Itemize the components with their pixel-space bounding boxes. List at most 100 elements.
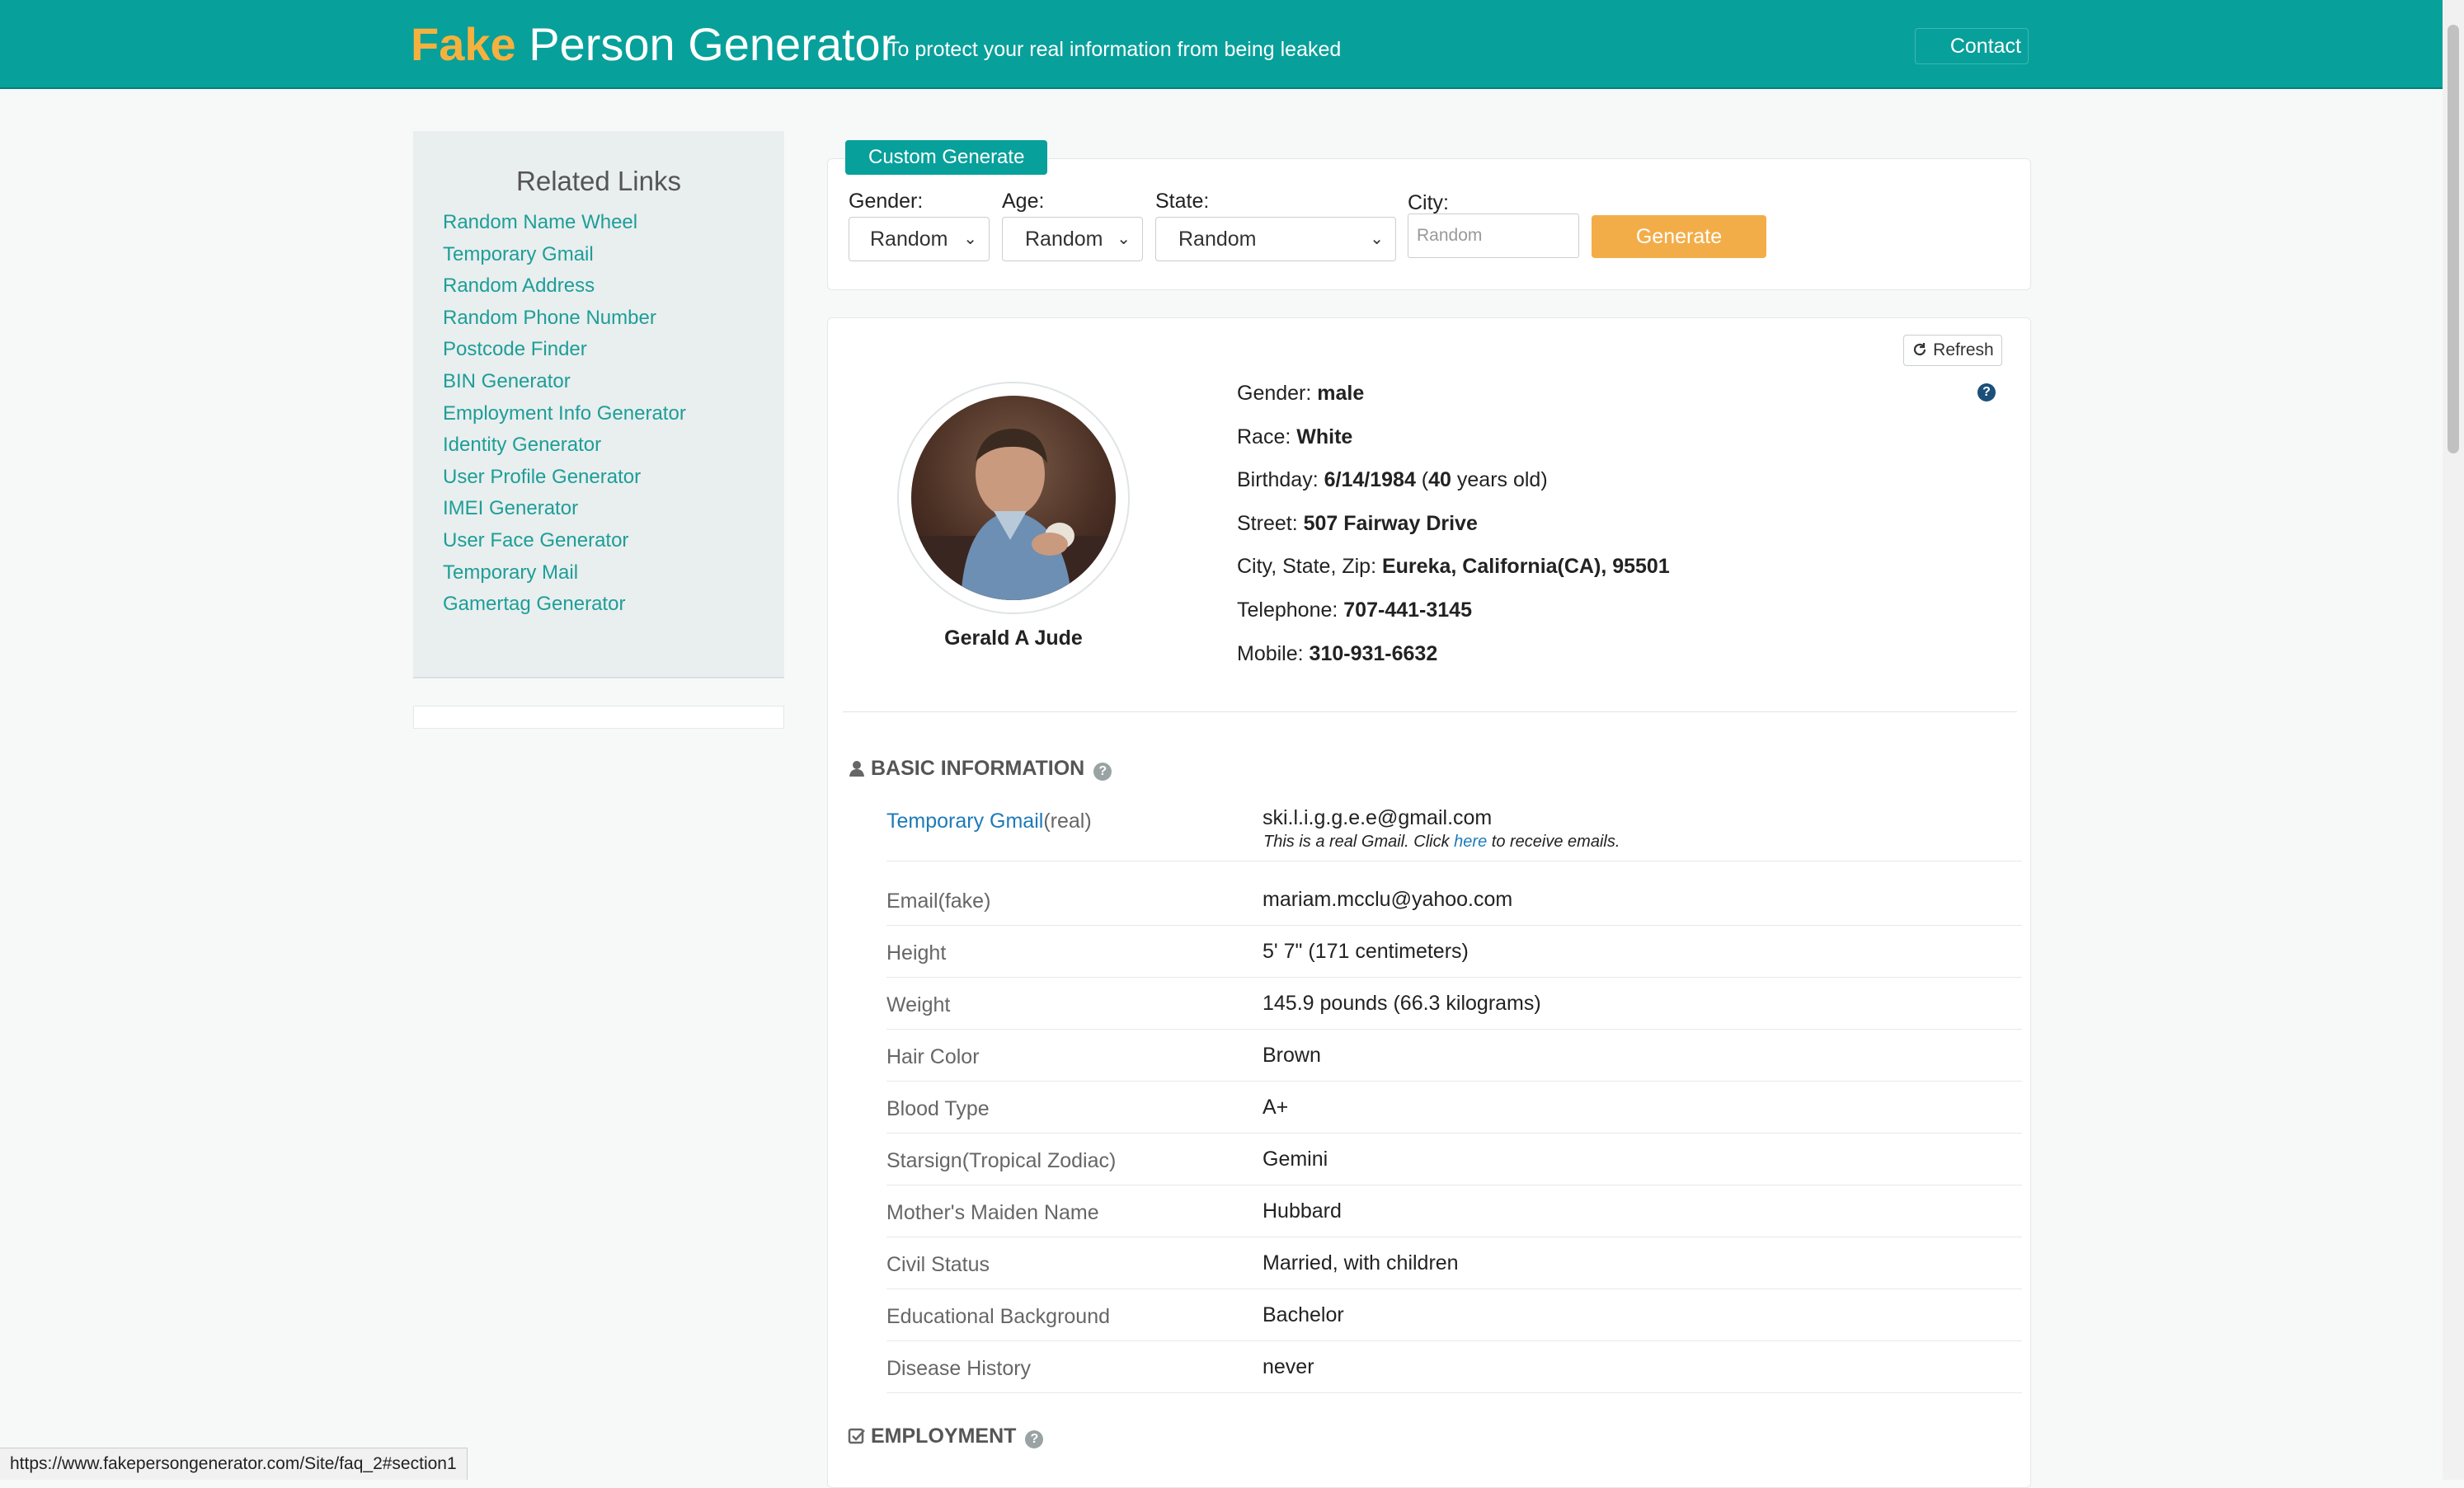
info-row: Email(fake) mariam.mcclu@yahoo.com [886,873,2022,926]
employment-title: EMPLOYMENT ? [848,1425,1044,1448]
contact-button[interactable]: Contact [1915,28,2029,64]
info-label: Weight [886,993,951,1016]
age-select-value: Random [1025,228,1103,251]
gmail-here-link[interactable]: here [1454,833,1487,851]
info-label: Mother's Maiden Name [886,1201,1099,1224]
site-tagline: To protect your real information from be… [887,38,1342,61]
related-link[interactable]: Random Name Wheel [443,207,686,239]
related-link[interactable]: IMEI Generator [443,493,686,525]
state-label: State: [1155,190,1210,213]
summary-mobile-value: 310-931-6632 [1309,641,1438,665]
page-scrollbar[interactable] [2443,0,2464,1480]
info-value: A+ [1263,1096,1289,1119]
summary-gender-value: male [1317,382,1365,405]
info-label: Educational Background [886,1305,1111,1328]
related-link[interactable]: Temporary Mail [443,557,686,589]
city-label: City: [1408,191,1449,214]
refresh-icon [1914,343,1926,356]
chevron-down-icon: ⌄ [1117,230,1131,248]
employment-label: EMPLOYMENT [871,1425,1017,1448]
info-row: Educational Background Bachelor [886,1289,2022,1341]
summary-age-open: ( [1421,468,1429,492]
chevron-down-icon: ⌄ [963,230,977,248]
help-icon[interactable]: ? [1025,1430,1044,1448]
help-icon[interactable]: ? [1093,763,1112,781]
related-links-title: Related Links [516,166,681,196]
summary-age-suffix: years old) [1456,468,1548,492]
summary-mobile-label: Mobile: [1237,641,1304,665]
chevron-down-icon: ⌄ [1370,230,1384,248]
profile-summary: Gender: male Race: White Birthday: 6/14/… [1237,379,1670,683]
summary-street-label: Street: [1237,511,1298,535]
summary-city-state-zip: City, State, Zip: Eureka, California(CA)… [1237,552,1670,596]
related-links-panel: Related Links Random Name Wheel Temporar… [413,131,784,678]
info-row: Disease History never [886,1340,2022,1393]
summary-birthday: Birthday: 6/14/1984 (40 years old) [1237,466,1670,509]
related-link[interactable]: User Profile Generator [443,462,686,494]
related-link[interactable]: Random Address [443,270,686,303]
logo-rest: Person Generator [529,18,896,70]
info-value: 145.9 pounds (66.3 kilograms) [1263,992,1541,1015]
related-link[interactable]: Identity Generator [443,430,686,462]
basic-information-label: BASIC INFORMATION [871,757,1085,780]
city-input[interactable] [1408,214,1579,258]
site-logo[interactable]: Fake Person Generator [411,18,896,71]
info-row: Starsign(Tropical Zodiac) Gemini [886,1133,2022,1185]
age-label: Age: [1002,190,1045,213]
related-link[interactable]: Gamertag Generator [443,589,686,621]
info-value: Brown [1263,1044,1321,1067]
refresh-label: Refresh [1933,340,1994,359]
state-select[interactable]: Random ⌄ [1155,217,1396,261]
gender-label: Gender: [849,190,924,213]
gmail-note-pre: This is a real Gmail. Click [1263,833,1450,851]
sidebar-ad-box [413,706,784,729]
summary-race-label: Race: [1237,425,1291,448]
gmail-label: Temporary Gmail(real) [886,810,1092,833]
custom-generate-tab[interactable]: Custom Generate [845,140,1048,175]
state-select-value: Random [1178,228,1257,251]
person-name: Gerald A Jude [944,627,1083,650]
temporary-gmail-link[interactable]: Temporary Gmail [886,810,1043,833]
related-link[interactable]: User Face Generator [443,525,686,557]
scrollbar-thumb[interactable] [2448,25,2459,453]
related-link[interactable]: BIN Generator [443,366,686,398]
gender-select-value: Random [870,228,948,251]
gmail-note: This is a real Gmail. Click here to rece… [1263,833,1620,852]
gmail-note-post: to receive emails. [1491,833,1620,851]
summary-age-value: 40 [1428,468,1451,492]
summary-city-state-zip-label: City, State, Zip: [1237,555,1377,579]
refresh-button[interactable]: Refresh [1903,335,2002,366]
logo-fake: Fake [411,18,516,70]
avatar-frame [897,382,1130,614]
summary-birthday-label: Birthday: [1237,468,1319,492]
help-icon[interactable]: ? [1977,383,1996,401]
info-label: Blood Type [886,1097,990,1120]
summary-gender: Gender: male [1237,379,1670,423]
gender-select[interactable]: Random ⌄ [849,217,990,261]
section-divider [843,711,2017,712]
info-row: Hair Color Brown [886,1029,2022,1082]
site-header: Fake Person Generator To protect your re… [0,0,2443,89]
summary-race-value: White [1296,425,1353,448]
summary-street-value: 507 Fairway Drive [1303,511,1478,535]
info-row: Blood Type A+ [886,1081,2022,1134]
info-label: Height [886,941,947,965]
related-link[interactable]: Postcode Finder [443,334,686,366]
summary-telephone-label: Telephone: [1237,598,1338,622]
summary-birthday-value: 6/14/1984 [1324,468,1416,492]
basic-information-title: BASIC INFORMATION ? [848,757,1112,781]
info-label: Hair Color [886,1045,980,1068]
related-link[interactable]: Random Phone Number [443,303,686,335]
summary-city-state-zip-value: Eureka, California(CA), 95501 [1381,555,1670,579]
info-value: Bachelor [1263,1303,1344,1326]
info-value: never [1263,1355,1314,1378]
generate-button[interactable]: Generate [1592,215,1766,258]
age-select[interactable]: Random ⌄ [1002,217,1143,261]
info-label: Civil Status [886,1253,990,1276]
info-label: Disease History [886,1357,1032,1380]
summary-gender-label: Gender: [1237,382,1312,405]
info-row: Civil Status Married, with children [886,1237,2022,1289]
info-row: Height 5' 7" (171 centimeters) [886,925,2022,978]
related-link[interactable]: Temporary Gmail [443,239,686,271]
related-link[interactable]: Employment Info Generator [443,398,686,430]
